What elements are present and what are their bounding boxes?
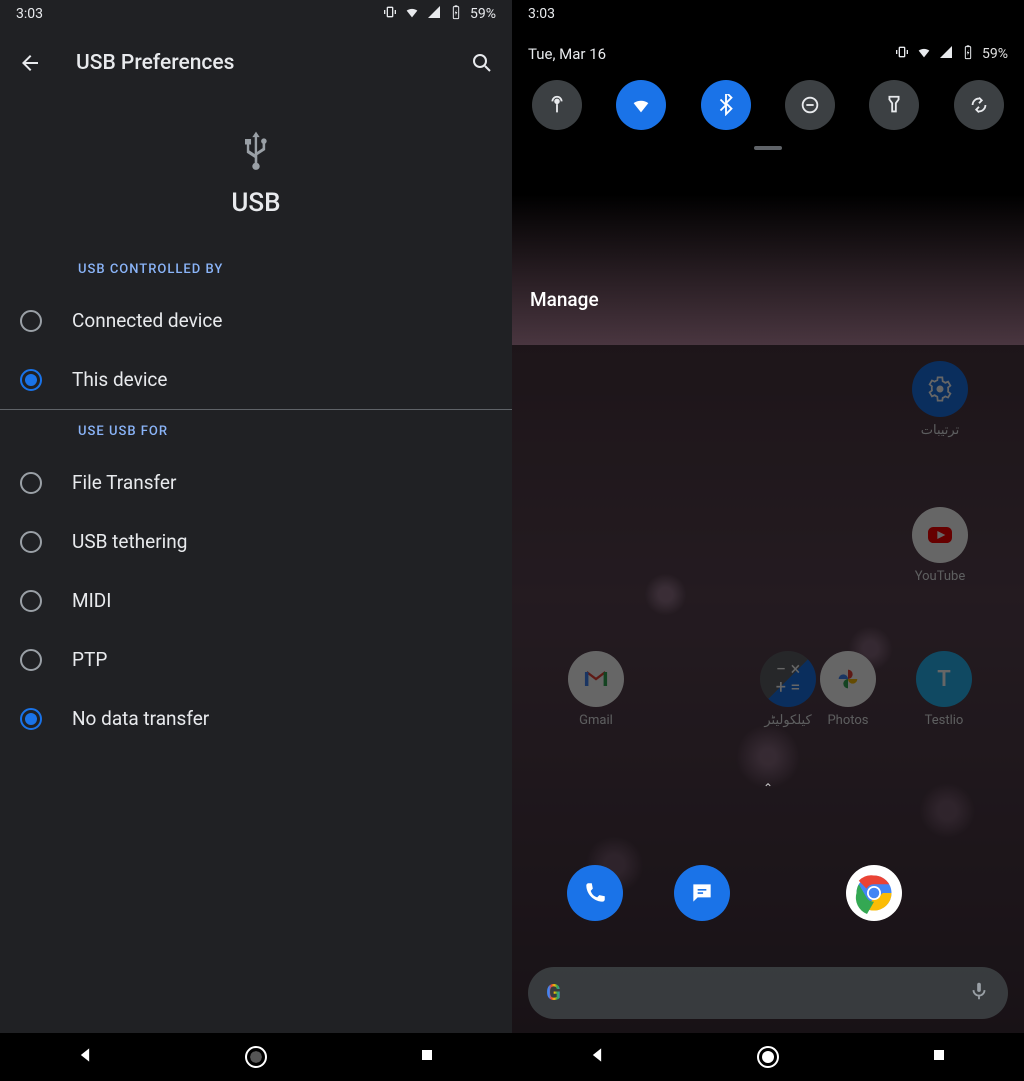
- radio-label: MIDI: [72, 589, 111, 612]
- app-label: Gmail: [579, 713, 613, 728]
- radio-label: No data transfer: [72, 707, 209, 730]
- section-title-controlled-by: USB CONTROLLED BY: [0, 248, 512, 291]
- nav-home-button[interactable]: [757, 1046, 779, 1068]
- cell-signal-icon: [938, 44, 954, 64]
- radio-icon: [20, 708, 42, 730]
- dock-phone[interactable]: [547, 865, 643, 921]
- radio-file-transfer[interactable]: File Transfer: [0, 453, 512, 512]
- status-bar: 3:03: [512, 0, 1024, 28]
- radio-icon: [20, 531, 42, 553]
- qs-auto-rotate-tile[interactable]: [954, 80, 1004, 130]
- manage-button[interactable]: Manage: [512, 272, 1024, 327]
- quick-settings-row: [512, 70, 1024, 140]
- dock-chrome[interactable]: [826, 865, 922, 921]
- qs-wifi-tile[interactable]: [616, 80, 666, 130]
- app-label: YouTube: [915, 569, 966, 584]
- navigation-bar: [0, 1033, 512, 1081]
- notification-shade: 3:03 Tue, Mar 16 59%: [512, 0, 1024, 164]
- battery-charging-icon: [960, 44, 976, 64]
- nav-recent-button[interactable]: [929, 1045, 949, 1069]
- radio-label: USB tethering: [72, 530, 187, 553]
- radio-this-device[interactable]: This device: [0, 350, 512, 409]
- app-label: Testlio: [925, 713, 964, 728]
- wifi-icon: [916, 44, 932, 64]
- section-title-use-usb-for: USE USB FOR: [0, 410, 512, 453]
- usb-hero-label: USB: [231, 188, 280, 218]
- radio-icon: [20, 310, 42, 332]
- page-title: USB Preferences: [76, 51, 436, 75]
- mic-icon[interactable]: [968, 980, 990, 1006]
- app-settings[interactable]: ترتیبات: [892, 361, 988, 438]
- radio-icon: [20, 472, 42, 494]
- shade-date: Tue, Mar 16: [528, 45, 606, 63]
- dock-empty-slot: [760, 865, 816, 921]
- nav-recent-button[interactable]: [417, 1045, 437, 1069]
- search-button[interactable]: [468, 49, 496, 77]
- app-bar: USB Preferences: [0, 28, 512, 98]
- qs-dnd-tile[interactable]: [785, 80, 835, 130]
- qs-debug-tile[interactable]: [532, 80, 582, 130]
- qs-bluetooth-tile[interactable]: [701, 80, 751, 130]
- radio-ptp[interactable]: PTP: [0, 630, 512, 689]
- battery-percent: 59%: [470, 6, 496, 22]
- app-photos[interactable]: Photos: [800, 651, 896, 728]
- qs-flashlight-tile[interactable]: [869, 80, 919, 130]
- radio-icon: [20, 369, 42, 391]
- wifi-icon: [404, 4, 420, 24]
- radio-no-data-transfer[interactable]: No data transfer: [0, 689, 512, 748]
- usb-hero: USB: [0, 98, 512, 248]
- shade-expand-handle[interactable]: [754, 146, 782, 150]
- cell-signal-icon: [426, 4, 442, 24]
- vibrate-icon: [382, 4, 398, 24]
- radio-icon: [20, 649, 42, 671]
- dock: [512, 865, 1024, 921]
- app-label: ترتیبات: [921, 423, 959, 438]
- vibrate-icon: [894, 44, 910, 64]
- status-bar: 3:03 59%: [0, 0, 512, 28]
- dock-messages[interactable]: [654, 865, 750, 921]
- app-label: Photos: [827, 713, 868, 728]
- status-time: 3:03: [528, 6, 555, 22]
- back-button[interactable]: [16, 49, 44, 77]
- navigation-bar: [512, 1033, 1024, 1081]
- app-gmail[interactable]: Gmail: [548, 651, 644, 728]
- drawer-handle-icon[interactable]: ⌃: [763, 781, 773, 795]
- home-screen-with-shade: 3:03 Tue, Mar 16 59% Silent notification…: [512, 0, 1024, 1081]
- battery-charging-icon: [448, 4, 464, 24]
- nav-back-button[interactable]: [75, 1045, 95, 1069]
- radio-usb-tethering[interactable]: USB tethering: [0, 512, 512, 571]
- home-screen-grid: ترتیبات YouTube Gmail − ×+ = کیلکولیٹر P…: [512, 345, 1024, 1033]
- dock-empty-slot: [933, 865, 989, 921]
- radio-icon: [20, 590, 42, 612]
- nav-home-button[interactable]: [245, 1046, 267, 1068]
- radio-label: File Transfer: [72, 471, 176, 494]
- usb-icon: [234, 128, 278, 176]
- radio-label: Connected device: [72, 309, 222, 332]
- google-search-bar[interactable]: G: [528, 967, 1008, 1019]
- app-youtube[interactable]: YouTube: [892, 507, 988, 584]
- app-testlio[interactable]: T Testlio: [896, 651, 992, 728]
- usb-preferences-screen: 3:03 59% USB Preferences USB USB CONTROL…: [0, 0, 512, 1081]
- nav-back-button[interactable]: [587, 1045, 607, 1069]
- status-time: 3:03: [16, 6, 43, 22]
- shade-status-icons: 59%: [894, 44, 1008, 64]
- radio-midi[interactable]: MIDI: [0, 571, 512, 630]
- radio-label: This device: [72, 368, 167, 391]
- radio-label: PTP: [72, 648, 107, 671]
- battery-percent: 59%: [982, 46, 1008, 62]
- radio-connected-device[interactable]: Connected device: [0, 291, 512, 350]
- google-g-icon: G: [546, 981, 561, 1006]
